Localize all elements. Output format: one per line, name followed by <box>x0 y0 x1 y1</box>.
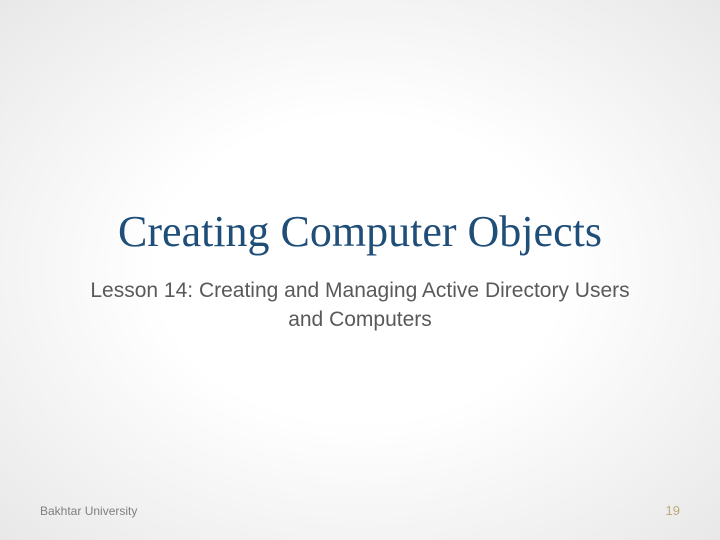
footer-organization: Bakhtar University <box>40 504 137 518</box>
page-number: 19 <box>666 503 680 518</box>
slide-subtitle: Lesson 14: Creating and Managing Active … <box>80 277 640 334</box>
slide-body: Creating Computer Objects Lesson 14: Cre… <box>0 0 720 540</box>
slide-title: Creating Computer Objects <box>118 206 602 257</box>
